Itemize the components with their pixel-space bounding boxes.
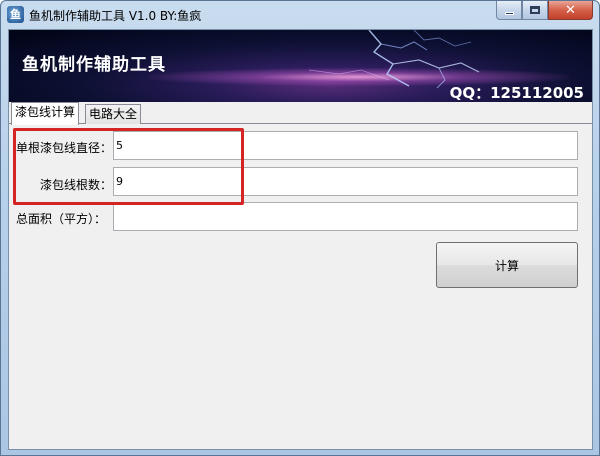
tab-page-wire-calc: 单根漆包线直径： 漆包线根数： 总面积（平方）： 计算 xyxy=(9,124,592,449)
tab-circuit-collection[interactable]: 电路大全 xyxy=(85,104,142,124)
total-area-input[interactable] xyxy=(116,203,577,230)
app-fish-icon[interactable]: 鱼 xyxy=(7,6,24,23)
tab-enameled-wire-calc[interactable]: 漆包线计算 xyxy=(11,102,80,125)
banner-qq-number: QQ：125112005 xyxy=(449,84,584,102)
total-area-label: 总面积（平方）： xyxy=(16,212,107,226)
tab-strip: 漆包线计算 电路大全 xyxy=(9,102,592,125)
minimize-icon xyxy=(504,11,514,15)
wire-count-field[interactable] xyxy=(113,167,578,196)
diameter-input[interactable] xyxy=(116,132,577,159)
close-button[interactable]: ✕ xyxy=(548,1,593,20)
app-window: 鱼 鱼机制作辅助工具 V1.0 BY:鱼疯 ✕ 鱼机制作辅助工具 QQ：1251… xyxy=(0,0,600,456)
minimize-button[interactable] xyxy=(496,1,522,20)
wire-count-input[interactable] xyxy=(116,168,577,195)
window-controls: ✕ xyxy=(496,1,593,21)
client-area: 鱼机制作辅助工具 QQ：125112005 漆包线计算 电路大全 单根漆包线直径… xyxy=(8,29,593,450)
close-icon: ✕ xyxy=(565,2,576,18)
header-banner: 鱼机制作辅助工具 QQ：125112005 xyxy=(9,30,592,102)
total-area-field[interactable] xyxy=(113,202,578,231)
diameter-label: 单根漆包线直径： xyxy=(16,141,113,155)
banner-title: 鱼机制作辅助工具 xyxy=(22,55,166,75)
title-bar[interactable]: 鱼 鱼机制作辅助工具 V1.0 BY:鱼疯 ✕ xyxy=(1,1,599,29)
wire-count-label: 漆包线根数： xyxy=(40,178,113,192)
diameter-field[interactable] xyxy=(113,131,578,160)
maximize-icon xyxy=(530,6,540,14)
maximize-button[interactable] xyxy=(522,1,548,20)
calculate-button[interactable]: 计算 xyxy=(436,242,578,288)
window-title: 鱼机制作辅助工具 V1.0 BY:鱼疯 xyxy=(29,9,202,23)
